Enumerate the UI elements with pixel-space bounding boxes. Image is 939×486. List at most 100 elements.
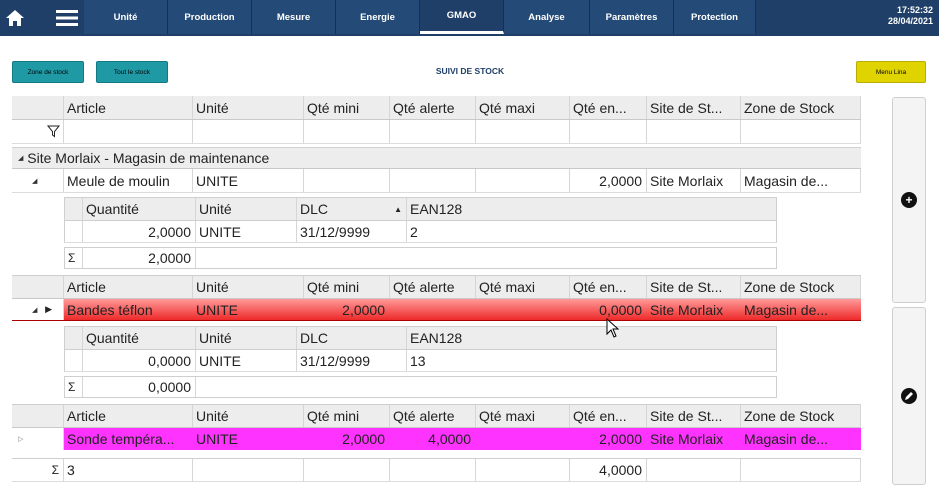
cell-dlc: 31/12/9999 <box>297 221 407 242</box>
sub-grid-row[interactable]: 2,0000 UNITE 31/12/9999 2 <box>64 221 777 243</box>
mouse-cursor-icon <box>606 318 620 338</box>
column-header-qte-alerte[interactable]: Qté alerte <box>390 405 476 427</box>
tab-parametres[interactable]: Paramètres <box>590 0 674 34</box>
cell-qte-en-stock: 2,0000 <box>599 431 642 447</box>
footer-count: 3 <box>64 459 193 481</box>
column-header-article[interactable]: Article <box>64 405 193 427</box>
cell-ean128: 2 <box>410 223 418 240</box>
filter-article[interactable] <box>64 120 193 143</box>
column-header-article[interactable]: Article <box>64 276 193 298</box>
tab-gmao[interactable]: GMAO <box>420 0 504 34</box>
filter-site[interactable] <box>647 120 741 143</box>
filter-row <box>12 120 861 144</box>
filter-qte-mini[interactable] <box>304 120 390 143</box>
tab-mesure[interactable]: Mesure <box>252 0 336 34</box>
cell-quantite: 2,0000 <box>83 221 196 242</box>
filter-qte-maxi[interactable] <box>476 120 570 143</box>
clock-date: 28/04/2021 <box>887 16 933 26</box>
column-header-qte-en-stock[interactable]: Qté en... <box>570 405 647 427</box>
collapse-arrow-icon[interactable]: ◢ <box>32 306 37 314</box>
home-icon <box>6 10 24 26</box>
cell-zone: Magasin de... <box>744 431 829 447</box>
edit-button[interactable] <box>892 307 926 485</box>
stock-grid: Article Unité Qté mini Qté alerte Qté ma… <box>12 96 862 486</box>
filter-icon[interactable] <box>47 125 60 138</box>
sub-header-ean128[interactable]: EAN128 <box>407 327 776 349</box>
sigma-icon: Σ <box>65 248 83 268</box>
cell-unite: UNITE <box>196 431 238 447</box>
cell-site: Site Morlaix <box>650 431 724 447</box>
cell-zone: Magasin de... <box>741 169 861 192</box>
column-header-qte-en-stock[interactable]: Qté en... <box>570 276 647 298</box>
column-header-zone-de-stock[interactable]: Zone de Stock <box>741 96 861 119</box>
column-header-qte-alerte[interactable]: Qté alerte <box>390 96 476 119</box>
main-menu-button[interactable] <box>50 0 84 36</box>
add-button[interactable]: + <box>892 97 926 303</box>
column-header-unite[interactable]: Unité <box>193 405 304 427</box>
expand-arrow-icon[interactable]: ▷ <box>18 435 23 443</box>
sum-quantite: 2,0000 <box>83 248 196 268</box>
column-header-qte-mini[interactable]: Qté mini <box>304 276 390 298</box>
row-pointer-icon: ▶ <box>45 304 53 314</box>
column-header-site-de-stock[interactable]: Site de St... <box>647 96 741 119</box>
filter-zone[interactable] <box>741 120 861 143</box>
cell-qte-maxi <box>476 428 570 450</box>
zone-de-stock-button[interactable]: Zone de stock <box>12 61 84 83</box>
menu-lina-button[interactable]: Menu Lina <box>856 61 926 83</box>
sub-header-dlc[interactable]: DLC <box>297 327 407 349</box>
sub-grid-row[interactable]: 0,0000 UNITE 31/12/9999 13 <box>64 350 777 372</box>
column-header-qte-mini[interactable]: Qté mini <box>304 96 390 119</box>
column-header-site-de-stock[interactable]: Site de St... <box>647 405 741 427</box>
column-header-qte-en-stock[interactable]: Qté en... <box>570 96 647 119</box>
home-button[interactable] <box>0 0 30 36</box>
cell-qte-alerte: 4,0000 <box>428 431 471 447</box>
tab-analyse[interactable]: Analyse <box>504 0 590 34</box>
tab-production[interactable]: Production <box>168 0 252 34</box>
column-header-article[interactable]: Article <box>64 96 193 119</box>
cell-site: Site Morlaix <box>647 169 741 192</box>
cell-qte-mini: 2,0000 <box>342 301 385 318</box>
grid-header-row: Article Unité Qté mini Qté alerte Qté ma… <box>12 96 861 120</box>
column-header-qte-mini[interactable]: Qté mini <box>304 405 390 427</box>
column-header-qte-maxi[interactable]: Qté maxi <box>476 276 570 298</box>
column-header-qte-maxi[interactable]: Qté maxi <box>476 405 570 427</box>
column-header-zone-de-stock[interactable]: Zone de Stock <box>741 276 861 298</box>
sub-header-quantite[interactable]: Quantité <box>83 198 196 220</box>
hamburger-menu-icon <box>56 10 78 26</box>
sub-header-unite[interactable]: Unité <box>196 327 297 349</box>
tout-le-stock-button[interactable]: Tout le stock <box>96 61 168 83</box>
filter-qte-alerte[interactable] <box>390 120 476 143</box>
sort-up-icon: ▲ <box>394 204 402 214</box>
sub-header-dlc[interactable]: DLC ▲ <box>297 198 407 220</box>
add-circle-icon: + <box>901 192 917 208</box>
sigma-icon: Σ <box>12 459 64 481</box>
tab-protection[interactable]: Protection <box>674 0 756 34</box>
cell-qte-alerte <box>390 169 476 192</box>
table-row-alert[interactable]: ◢ ▶ Bandes téflon UNITE 2,0000 0,0000 Si… <box>12 299 861 321</box>
group-row[interactable]: ◢ Site Morlaix - Magasin de maintenance <box>12 147 861 169</box>
column-header-qte-alerte[interactable]: Qté alerte <box>390 276 476 298</box>
collapse-arrow-icon[interactable]: ◢ <box>32 177 37 185</box>
sub-header-ean128[interactable]: EAN128 <box>407 198 776 220</box>
collapse-arrow-icon[interactable]: ◢ <box>18 154 23 162</box>
toolbar: Zone de stock Tout le stock SUIVI DE STO… <box>0 36 939 96</box>
filter-unite[interactable] <box>193 120 304 143</box>
tab-unite[interactable]: Unité <box>84 0 168 34</box>
column-header-site-de-stock[interactable]: Site de St... <box>647 276 741 298</box>
cell-qte-mini: 2,0000 <box>342 431 385 447</box>
sub-grid-header-row: Quantité Unité DLC EAN128 <box>64 326 777 350</box>
cell-qte-maxi <box>476 169 570 192</box>
cell-qte-en-stock: 0,0000 <box>599 301 642 318</box>
table-row[interactable]: ◢ Meule de moulin UNITE 2,0000 Site Morl… <box>12 169 861 193</box>
column-header-unite[interactable]: Unité <box>193 96 304 119</box>
sub-grid-sum-row: Σ 2,0000 <box>64 247 777 269</box>
column-header-qte-maxi[interactable]: Qté maxi <box>476 96 570 119</box>
filter-qte-en-stock[interactable] <box>570 120 647 143</box>
sigma-icon: Σ <box>65 377 83 397</box>
sub-header-quantite[interactable]: Quantité <box>83 327 196 349</box>
tab-energie[interactable]: Energie <box>336 0 420 34</box>
column-header-unite[interactable]: Unité <box>193 276 304 298</box>
column-header-zone-de-stock[interactable]: Zone de Stock <box>741 405 861 427</box>
sub-header-unite[interactable]: Unité <box>196 198 297 220</box>
table-row-warning[interactable]: ▷ Sonde tempéra... UNITE 2,0000 4,0000 2… <box>12 428 861 450</box>
